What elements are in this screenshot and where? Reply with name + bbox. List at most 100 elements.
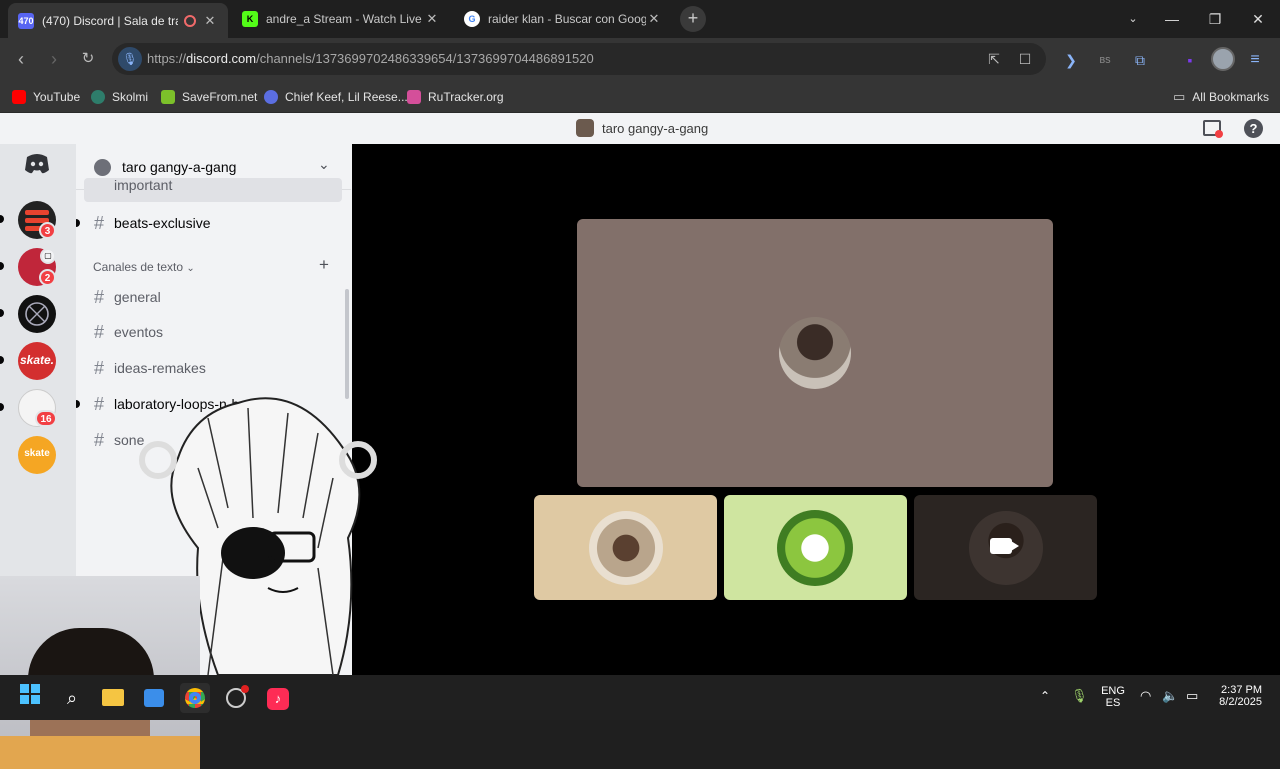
participant-tile-1[interactable] [534,495,717,600]
channel-list-scrollbar[interactable] [345,289,349,399]
extension-1-icon[interactable]: ❯ [1061,50,1081,70]
extension-3-icon[interactable]: ▪ [1180,50,1200,70]
bookmark-chief-keef[interactable]: Chief Keef, Lil Reese... [264,87,408,107]
microphone-indicator-icon[interactable]: 🎙 [118,47,142,71]
folder-icon: ▭ [1173,89,1186,104]
participant-avatar [777,510,853,586]
window-title: taro gangy-a-gang [602,121,709,136]
restore-icon[interactable]: ❐ [1193,0,1237,38]
bookmark-label: RuTracker.org [428,90,504,104]
tiktok-icon[interactable]: ♪ [263,683,293,713]
tab-google-search[interactable]: G raider klan - Buscar con Google ✕ [454,4,672,34]
reload-icon[interactable]: ↻ [75,46,101,72]
channel-important[interactable]: important [84,178,342,202]
browser-toolbar: ‹ › ↻ 🎙 https://discord.com/channels/137… [0,38,1280,80]
menu-icon[interactable]: ≡ [1245,50,1265,70]
tab-search-icon[interactable]: ⌄ [1111,0,1155,38]
bookmark-star-icon[interactable]: ☐ [1015,49,1035,69]
url-path: /channels/1373699702486339654/1373699704… [256,51,594,66]
discord-logo-icon [25,154,49,174]
kick-favicon-icon: K [242,11,258,27]
hash-icon: # [93,357,104,378]
file-explorer-icon[interactable] [98,683,128,713]
close-tab-icon[interactable]: ✕ [646,11,662,27]
search-icon[interactable]: ⌕ [57,683,87,713]
create-channel-icon[interactable]: + [319,255,329,275]
unread-pill [76,219,80,227]
extension-2-icon[interactable]: ʙs [1095,50,1115,70]
channel-ideas-remakes[interactable]: # ideas-remakes [84,352,342,384]
close-tab-icon[interactable]: ✕ [202,13,218,29]
webcam-overlay [0,576,200,769]
unread-pill [0,403,4,411]
participant-avatar [779,317,851,389]
discord-title-bar: taro gangy-a-gang ? [0,113,1280,144]
address-bar[interactable]: 🎙 https://discord.com/channels/137369970… [112,43,1046,75]
main-video-tile[interactable] [577,219,1053,487]
video-camera-icon [990,538,1019,554]
tab-title: raider klan - Buscar con Google [488,12,646,26]
volume-icon[interactable]: 🔈 [1162,688,1178,704]
recording-icon [184,14,196,27]
help-icon[interactable]: ? [1244,119,1263,138]
hash-icon: # [93,212,104,233]
url-host: discord.com [186,51,257,66]
discord-favicon-icon: 470 [18,12,34,29]
bookmark-label: SaveFrom.net [182,90,258,104]
bookmark-label: YouTube [33,90,81,104]
server-icon-skate[interactable]: skate. [18,342,56,380]
new-tab-button[interactable]: + [680,6,706,32]
back-icon[interactable]: ‹ [8,46,34,72]
wifi-icon[interactable]: ◠ [1140,688,1151,704]
keyboard-layout: ES [1105,697,1121,709]
server-icon-skate-2[interactable]: skate [18,436,56,474]
profile-avatar[interactable] [1211,47,1235,71]
tab-kick-stream[interactable]: K andre_a Stream - Watch Live o ✕ [232,4,450,34]
language-indicator[interactable]: ENG ES [1101,685,1125,709]
google-favicon-icon: G [464,11,480,27]
discord-home-button[interactable] [18,144,56,182]
hash-icon: # [93,286,104,307]
windows-start-icon[interactable] [15,683,45,713]
server-icon-3[interactable] [18,295,56,333]
bookmark-skolmi[interactable]: Skolmi [91,87,148,107]
bookmark-rutracker[interactable]: RuTracker.org [407,87,504,107]
url-scheme: https:// [147,51,187,66]
language-code: ENG [1101,685,1125,697]
microphone-tray-icon[interactable]: 🎙 [1071,688,1088,704]
extensions-puzzle-icon[interactable]: ⧉ [1130,50,1150,70]
unread-pill [76,400,80,408]
store-icon[interactable] [139,683,169,713]
close-tab-icon[interactable]: ✕ [424,11,440,27]
chevron-down-icon: ⌄ [186,263,195,274]
tab-title: (470) Discord | Sala de tram [42,13,178,28]
clock[interactable]: 2:37 PM 8/2/2025 [1212,684,1262,708]
minimize-icon[interactable]: — [1150,0,1194,38]
all-bookmarks-folder[interactable]: ▭ All Bookmarks [1173,87,1269,107]
voice-activity-icon: ▢ [40,248,56,264]
channel-name: eventos [114,324,164,340]
category-header[interactable]: Canales de texto ⌄ [93,260,195,274]
clock-date: 8/2/2025 [1219,696,1262,708]
obs-icon[interactable] [221,683,251,713]
channel-eventos[interactable]: # eventos [84,316,342,348]
unread-pill [0,356,4,364]
share-icon[interactable]: ⇱ [984,49,1004,69]
channel-beats-exclusive[interactable]: # beats-exclusive [76,207,342,239]
tab-discord[interactable]: 470 (470) Discord | Sala de tram ✕ [8,3,228,38]
rutracker-icon [407,90,421,104]
participant-tile-3[interactable] [914,495,1097,600]
tray-overflow-icon[interactable]: ⌃ [1040,689,1050,703]
bookmark-youtube[interactable]: YouTube [12,87,80,107]
url-text[interactable]: https://discord.com/channels/13736997024… [147,51,594,66]
participant-avatar [589,511,663,585]
battery-icon[interactable]: ▭ [1186,688,1198,704]
inbox-icon[interactable] [1203,120,1223,138]
participant-tile-2[interactable] [724,495,907,600]
chrome-taskbar-icon[interactable] [180,683,210,713]
close-window-icon[interactable]: ✕ [1236,0,1280,38]
channel-name: important [114,178,173,193]
forward-icon[interactable]: › [41,46,67,72]
bookmark-savefrom[interactable]: SaveFrom.net [161,87,257,107]
channel-general[interactable]: # general [84,281,342,313]
